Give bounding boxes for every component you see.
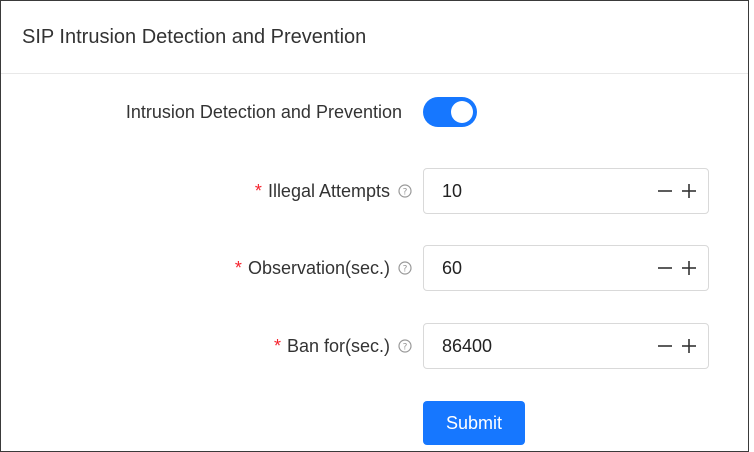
ban-for-input[interactable]: 86400 bbox=[423, 323, 709, 369]
plus-icon[interactable] bbox=[678, 324, 700, 368]
plus-icon[interactable] bbox=[678, 169, 700, 213]
question-circle-icon[interactable]: ? bbox=[398, 261, 412, 275]
question-circle-icon[interactable]: ? bbox=[398, 339, 412, 353]
minus-icon[interactable] bbox=[654, 324, 676, 368]
minus-icon[interactable] bbox=[654, 246, 676, 290]
ban-for-value[interactable]: 86400 bbox=[442, 324, 492, 368]
svg-text:?: ? bbox=[403, 188, 408, 198]
ban-for-row: * Ban for(sec.) ? 86400 bbox=[1, 323, 750, 369]
panel-title: SIP Intrusion Detection and Prevention bbox=[1, 1, 748, 74]
question-circle-icon[interactable]: ? bbox=[398, 184, 412, 198]
ban-for-label-area: * Ban for(sec.) ? bbox=[274, 323, 412, 369]
ban-for-label: Ban for(sec.) bbox=[286, 335, 390, 356]
svg-text:?: ? bbox=[403, 265, 408, 275]
illegal-attempts-value[interactable]: 10 bbox=[442, 169, 462, 213]
required-mark: * bbox=[254, 180, 262, 201]
illegal-attempts-row: * Illegal Attempts ? 10 bbox=[1, 168, 750, 214]
illegal-attempts-input[interactable]: 10 bbox=[423, 168, 709, 214]
required-mark: * bbox=[273, 335, 281, 356]
observation-label-area: * Observation(sec.) ? bbox=[235, 245, 412, 291]
illegal-attempts-label-area: * Illegal Attempts ? bbox=[255, 168, 412, 214]
toggle-knob bbox=[451, 101, 473, 123]
svg-text:?: ? bbox=[403, 343, 408, 353]
intrusion-toggle-switch[interactable] bbox=[423, 97, 477, 127]
settings-panel: SIP Intrusion Detection and Prevention I… bbox=[0, 0, 749, 452]
required-mark: * bbox=[234, 257, 242, 278]
illegal-attempts-label: Illegal Attempts bbox=[267, 180, 390, 201]
plus-icon[interactable] bbox=[678, 246, 700, 290]
observation-row: * Observation(sec.) ? 60 bbox=[1, 245, 750, 291]
observation-input[interactable]: 60 bbox=[423, 245, 709, 291]
submit-button[interactable]: Submit bbox=[423, 401, 525, 445]
observation-value[interactable]: 60 bbox=[442, 246, 462, 290]
observation-label: Observation(sec.) bbox=[247, 257, 390, 278]
intrusion-toggle-label: Intrusion Detection and Prevention bbox=[125, 101, 402, 122]
minus-icon[interactable] bbox=[654, 169, 676, 213]
